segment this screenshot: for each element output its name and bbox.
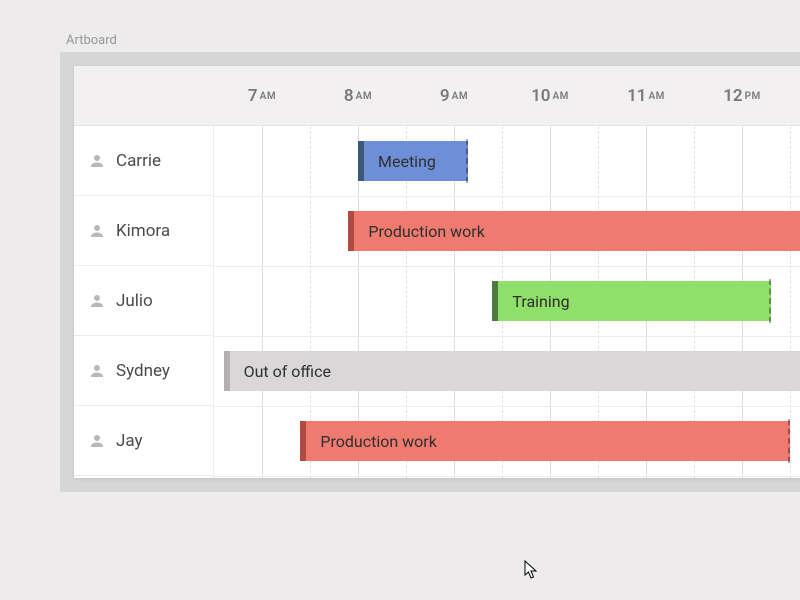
event-block[interactable]: Training [492, 281, 770, 321]
hour-number: 8 [344, 86, 354, 106]
event-label: Production work [368, 222, 484, 241]
hour-ampm: AM [356, 91, 372, 102]
person-icon [88, 432, 106, 450]
timeline-body[interactable]: Meeting Production work Training Out of off… [214, 126, 800, 478]
gridline-hour [262, 126, 263, 478]
event-block[interactable]: Production work [300, 421, 790, 461]
row-divider [214, 476, 800, 477]
artboard-label: Artboard [66, 33, 117, 48]
person-name: Sydney [116, 361, 170, 381]
person-icon [88, 152, 106, 170]
event-label: Meeting [378, 152, 436, 171]
hour-ampm: AM [260, 91, 276, 102]
person-name: Jay [116, 431, 143, 451]
hour-number: 11 [627, 86, 646, 106]
person-row: Sydney [74, 336, 213, 406]
row-divider [214, 336, 800, 337]
event-label: Out of office [244, 362, 331, 381]
event-label: Production work [320, 432, 436, 451]
person-row: Kimora [74, 196, 213, 266]
row-divider [214, 266, 800, 267]
cursor-icon [524, 560, 538, 580]
event-resize-handle[interactable] [788, 419, 790, 463]
hour-ampm: AM [452, 91, 468, 102]
person-name: Julio [116, 291, 153, 311]
hour-ampm: PM [745, 91, 761, 102]
event-label: Training [512, 292, 569, 311]
event-block[interactable]: Production work [348, 211, 800, 251]
person-name: Carrie [116, 151, 161, 171]
person-icon [88, 292, 106, 310]
person-name: Kimora [116, 221, 170, 241]
person-row: Jay [74, 406, 213, 476]
artboard-canvas: 7AM8AM9AM10AM11AM12PM CarrieKimoraJulioS… [60, 52, 800, 492]
event-block[interactable]: Meeting [358, 141, 468, 181]
row-divider [214, 406, 800, 407]
hour-label: 11AM [627, 66, 665, 126]
event-block[interactable]: Out of office [224, 351, 800, 391]
person-icon [88, 362, 106, 380]
event-resize-handle[interactable] [769, 279, 771, 323]
hour-number: 10 [531, 86, 550, 106]
hour-ampm: AM [553, 91, 569, 102]
hour-label: 7AM [248, 66, 276, 126]
name-column: Carrie Kimora Julio Sydney Jay [74, 126, 214, 478]
hour-ampm: AM [649, 91, 665, 102]
gridline-half [790, 126, 791, 478]
hour-number: 12 [723, 86, 742, 106]
hour-number: 9 [440, 86, 450, 106]
hour-label: 8AM [344, 66, 372, 126]
person-icon [88, 222, 106, 240]
timeline-header: 7AM8AM9AM10AM11AM12PM [74, 66, 800, 126]
event-resize-handle[interactable] [466, 139, 468, 183]
hour-number: 7 [248, 86, 258, 106]
row-divider [214, 196, 800, 197]
schedule-panel: 7AM8AM9AM10AM11AM12PM CarrieKimoraJulioS… [74, 66, 800, 478]
person-row: Julio [74, 266, 213, 336]
hour-label: 9AM [440, 66, 468, 126]
timeline-grid: Carrie Kimora Julio Sydney Jay Meeting Produc… [74, 126, 800, 478]
hour-label: 10AM [531, 66, 569, 126]
person-row: Carrie [74, 126, 213, 196]
hour-label: 12PM [723, 66, 761, 126]
